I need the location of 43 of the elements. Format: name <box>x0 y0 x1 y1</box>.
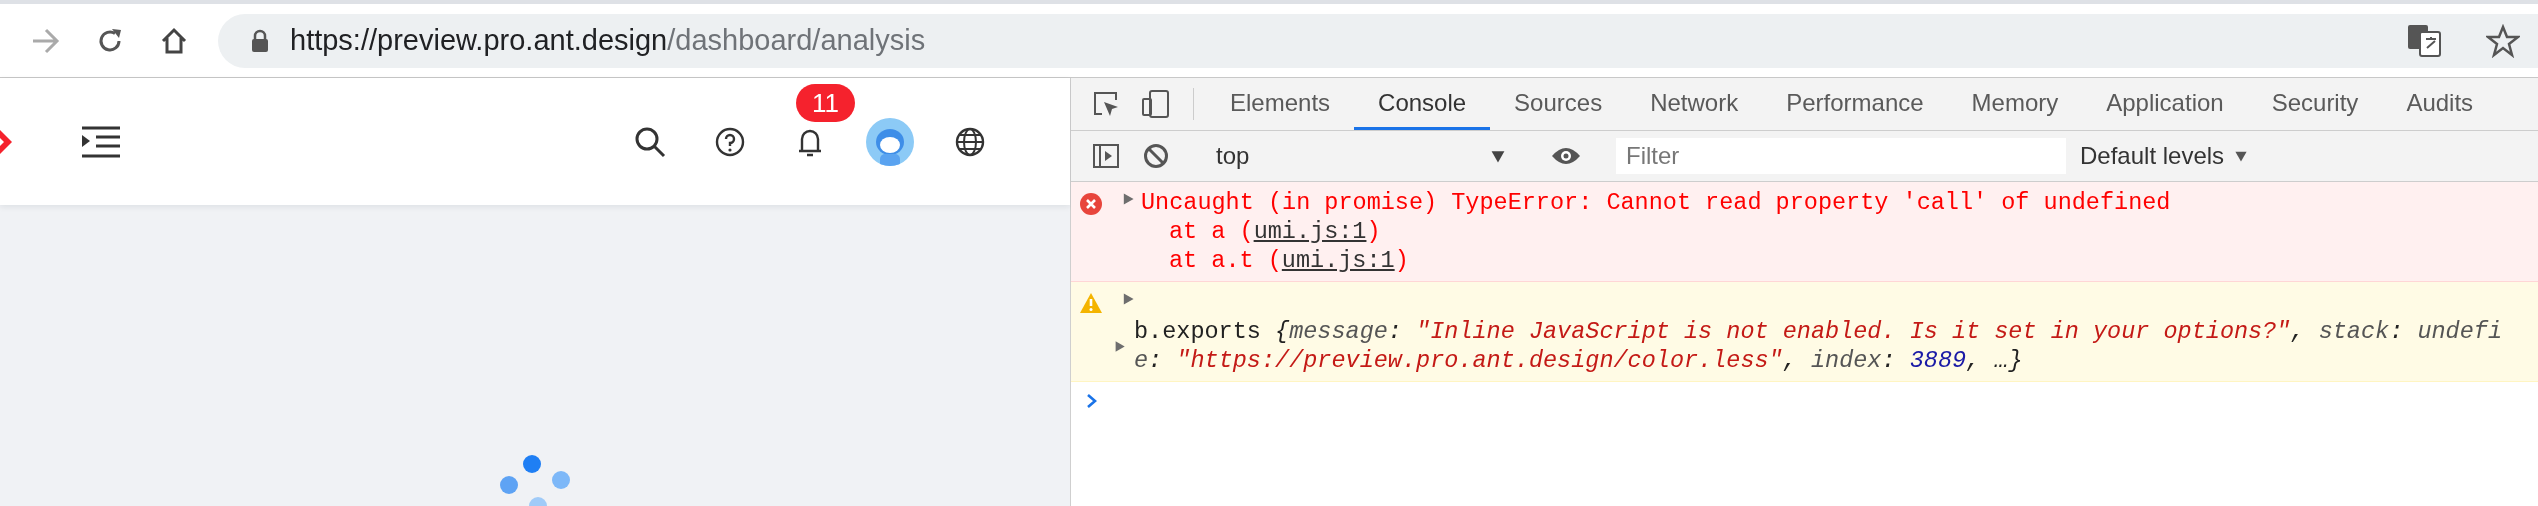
context-select[interactable]: top <box>1206 142 1516 170</box>
devtools-tab[interactable]: Elements <box>1206 78 1355 130</box>
url-text: https://preview.pro.ant.design/dashboard/analysis <box>290 24 926 57</box>
devtools-tab[interactable]: Application <box>2082 78 2248 130</box>
dropdown-arrow-icon[interactable] <box>1490 148 1506 164</box>
source-link[interactable]: umi.js:1 <box>1281 247 1395 274</box>
dropdown-arrow-icon[interactable] <box>2234 149 2249 163</box>
expand-arrow-icon[interactable] <box>1121 192 1135 206</box>
globe-icon[interactable] <box>955 126 985 157</box>
search-icon[interactable] <box>634 125 666 158</box>
devtools-tab[interactable]: Performance <box>1762 78 1948 130</box>
error-icon <box>1079 192 1103 216</box>
address-bar[interactable]: https://preview.pro.ant.design/dashboard/analysis <box>218 13 2538 68</box>
device-icon[interactable] <box>1141 89 1171 119</box>
warning-icon <box>1079 292 1103 314</box>
home-icon[interactable] <box>159 25 189 56</box>
stack-line: at a.t (umi.js:1) <box>1168 246 1410 275</box>
clear-icon[interactable] <box>1143 143 1169 169</box>
help-icon[interactable] <box>715 126 745 157</box>
translate-icon[interactable] <box>2406 22 2442 59</box>
menu-unfold-icon[interactable] <box>82 124 120 159</box>
expand-arrow-icon[interactable] <box>1121 292 1135 306</box>
eye-icon[interactable] <box>1551 146 1581 166</box>
devtools-tab[interactable]: Network <box>1626 78 1763 130</box>
notification-badge: 11 <box>796 83 855 122</box>
filter-field[interactable]: Filter <box>1616 138 2066 174</box>
devtools-tab[interactable]: Sources <box>1490 78 1627 130</box>
object-preview: b.exports {message: "Inline JavaScript is not enabled. Is it set in your options?", stack: undefi <box>1134 317 2502 346</box>
stack-line: at a (umi.js:1) <box>1168 217 1382 246</box>
star-icon[interactable] <box>2486 23 2520 58</box>
levels-dropdown[interactable]: Default levels <box>2080 142 2249 170</box>
devtools-tab[interactable]: Memory <box>1947 78 2083 130</box>
expand-arrow-icon[interactable] <box>1113 339 1126 353</box>
sidebar-icon[interactable] <box>1092 143 1120 169</box>
devtools-tab[interactable]: Security <box>2247 78 2383 130</box>
error-text: Uncaught (in promise) TypeError: Cannot read property 'call' of undefined <box>1141 188 2171 217</box>
devtools-tab[interactable]: Audits <box>2382 78 2498 130</box>
object-preview: e: "https://preview.pro.ant.design/color.less", index: 3889, …} <box>1134 346 2024 375</box>
prompt-chevron-icon <box>1085 392 1099 410</box>
avatar[interactable] <box>866 117 914 166</box>
loading-spinner-icon <box>500 454 570 506</box>
source-link[interactable]: umi.js:1 <box>1253 218 1367 245</box>
inspect-icon[interactable] <box>1092 90 1120 118</box>
